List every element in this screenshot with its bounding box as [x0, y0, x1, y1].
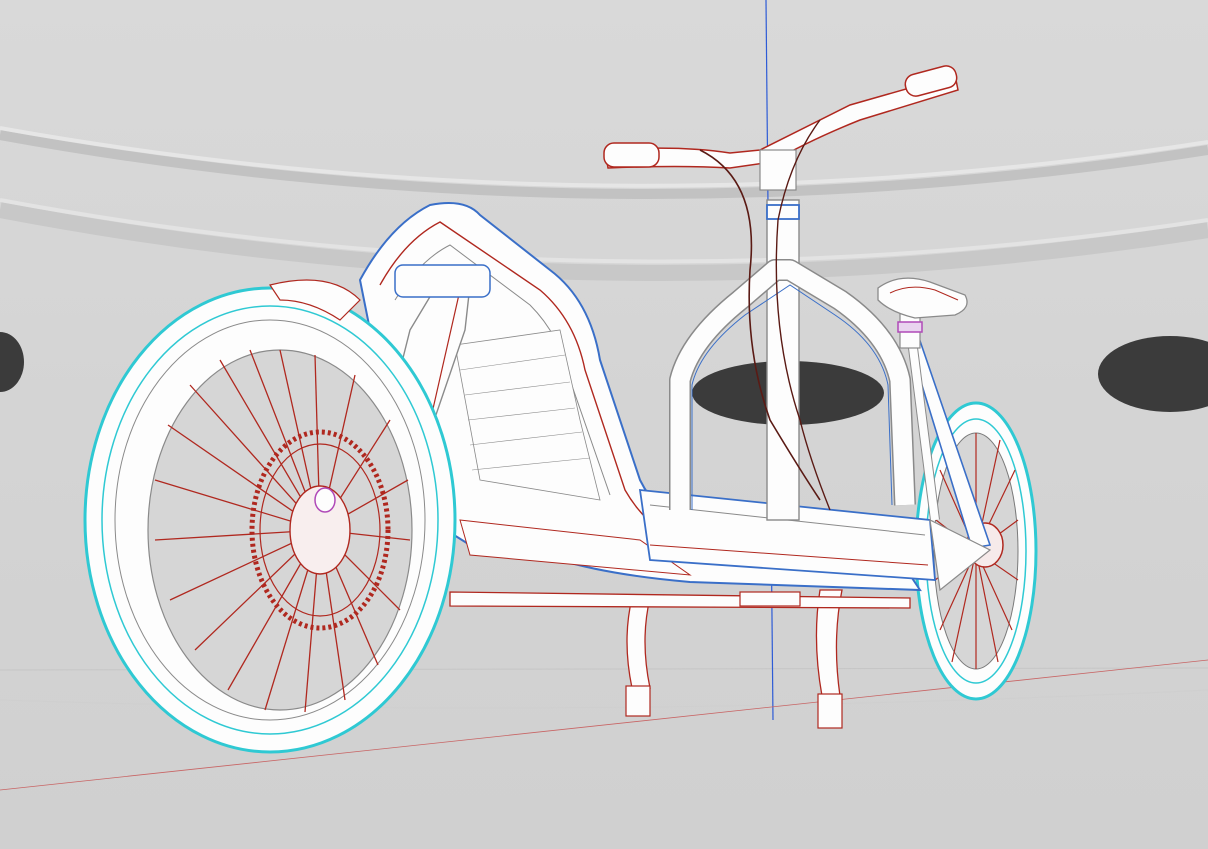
stem — [759, 149, 797, 191]
3d-viewport[interactable] — [0, 0, 1208, 849]
left-grip — [603, 142, 660, 168]
fork-crown — [394, 264, 491, 298]
front-wheel[interactable] — [83, 286, 457, 754]
viewport-canvas[interactable] — [0, 0, 1208, 849]
front-hub — [314, 487, 336, 513]
